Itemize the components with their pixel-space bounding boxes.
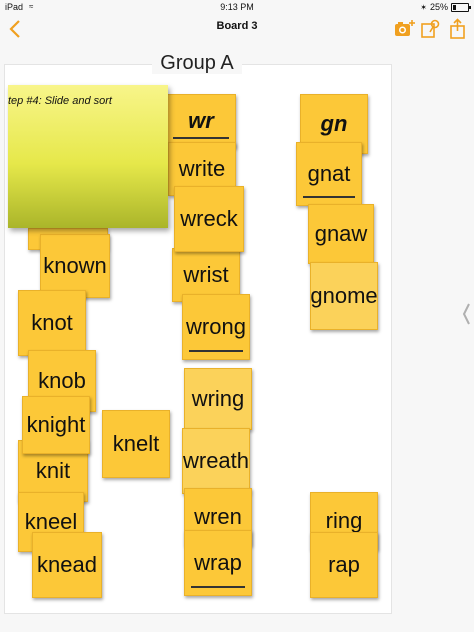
status-bar: iPad ≈ 9:13 PM ✶ 25%: [0, 0, 474, 14]
header-card-wr[interactable]: wr: [166, 94, 236, 148]
group-title: Group A: [0, 52, 394, 75]
word-card-knead[interactable]: knead: [32, 532, 102, 598]
battery-percent: 25%: [429, 2, 448, 12]
sticky-note-text: tep #4: Slide and sort: [8, 95, 112, 107]
bluetooth-icon: ✶: [420, 2, 427, 12]
sticky-note[interactable]: tep #4: Slide and sort: [8, 85, 168, 228]
word-card-wring[interactable]: wring: [184, 368, 252, 430]
word-card-gnome[interactable]: gnome: [310, 262, 378, 330]
word-card-knelt[interactable]: knelt: [102, 410, 170, 478]
word-card-known[interactable]: known: [40, 234, 110, 298]
status-time: 9:13 PM: [220, 2, 254, 12]
camera-add-icon[interactable]: [393, 18, 415, 40]
nav-bar: Board 3: [0, 14, 474, 44]
word-card-wrong[interactable]: wrong: [182, 294, 250, 360]
word-card-knot[interactable]: knot: [18, 290, 86, 356]
word-card-wreath[interactable]: wreath: [182, 428, 250, 494]
word-card-knight[interactable]: knight: [22, 396, 90, 454]
word-card-gnaw[interactable]: gnaw: [308, 204, 374, 264]
battery-icon: [451, 2, 471, 12]
share-icon[interactable]: [447, 18, 469, 40]
status-right: ✶ 25%: [420, 2, 471, 12]
word-card-gnat[interactable]: gnat: [296, 142, 362, 206]
drawer-handle-icon[interactable]: [462, 302, 470, 332]
word-card-wrap[interactable]: wrap: [184, 530, 252, 596]
pin-add-icon[interactable]: [419, 18, 441, 40]
word-card-wreck[interactable]: wreck: [174, 186, 244, 252]
word-card-rap[interactable]: rap: [310, 532, 378, 598]
